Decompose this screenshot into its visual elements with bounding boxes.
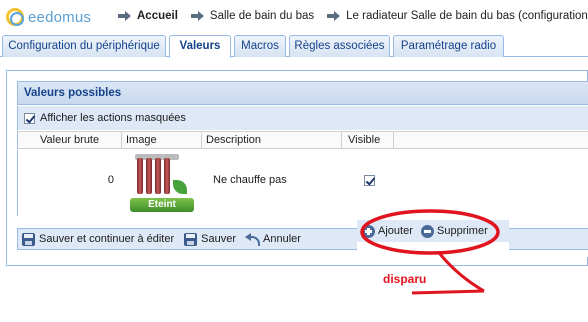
show-hidden-label: Afficher les actions masquées: [40, 112, 186, 124]
logo-icon: [6, 8, 24, 26]
add-label: Ajouter: [378, 225, 413, 237]
column-header-image[interactable]: Image: [122, 132, 202, 149]
column-header-description[interactable]: Description: [202, 132, 342, 149]
save-label: Sauver: [201, 233, 236, 245]
arrow-right-icon: [190, 11, 205, 21]
description-cell: Ne chauffe pas: [213, 174, 287, 186]
add-button[interactable]: Ajouter: [362, 220, 413, 242]
tab-radio-settings[interactable]: Paramétrage radio: [393, 35, 504, 57]
annotation-underline: [411, 289, 485, 295]
state-badge: Eteint: [130, 198, 194, 212]
arrow-right-icon: [327, 11, 341, 21]
undo-icon: [245, 232, 260, 246]
radiator-fin: [137, 158, 143, 194]
breadcrumb-home[interactable]: Accueil: [137, 10, 178, 22]
save-button[interactable]: Sauver: [184, 232, 236, 246]
radiator-fin: [155, 158, 161, 194]
floppy-disk-icon: [184, 232, 198, 246]
floppy-disk-icon: [22, 232, 35, 246]
row-actions-panel: Ajouter Supprimer: [357, 214, 509, 264]
breadcrumb-device[interactable]: Le radiateur Salle de bain du bas (confi…: [346, 10, 588, 22]
annotation-text: disparu: [383, 272, 427, 286]
table-row[interactable]: 0 Eteint Ne chauffe pas: [17, 150, 588, 216]
raw-value-cell: 0: [107, 174, 114, 186]
tab-bar: Configuration du périphérique Valeurs Ma…: [0, 34, 588, 58]
tab-values[interactable]: Valeurs: [169, 35, 231, 58]
tab-rules[interactable]: Règles associées: [289, 35, 390, 57]
eco-leaf-icon: [173, 180, 187, 194]
eedomus-logo[interactable]: eedomus: [6, 7, 91, 27]
add-circle-icon: [362, 224, 375, 238]
radiator-graphic: [135, 154, 187, 196]
cancel-button[interactable]: Annuler: [245, 232, 301, 246]
column-header-raw-value[interactable]: Valeur brute: [18, 132, 122, 149]
radiator-icon[interactable]: Eteint: [130, 150, 194, 216]
app-header: eedomus Accueil Salle de bain du bas Le …: [0, 0, 588, 34]
panel-title: Valeurs possibles: [17, 81, 588, 105]
breadcrumb-room[interactable]: Salle de bain du bas: [210, 10, 314, 22]
show-hidden-row: Afficher les actions masquées: [17, 106, 588, 130]
remove-circle-icon: [421, 224, 434, 238]
tab-macros[interactable]: Macros: [234, 35, 286, 57]
visible-checkbox[interactable]: [364, 175, 375, 186]
logo-text: eedomus: [28, 8, 92, 26]
delete-label: Supprimer: [437, 225, 488, 237]
grid-header: Valeur brute Image Description Visible: [17, 131, 588, 149]
save-continue-button[interactable]: Sauver et continuer à éditer: [22, 232, 175, 246]
column-header-visible[interactable]: Visible: [342, 132, 394, 149]
cancel-label: Annuler: [263, 233, 301, 245]
tab-device-config[interactable]: Configuration du périphérique: [2, 35, 166, 57]
show-hidden-checkbox[interactable]: [24, 112, 35, 124]
delete-button[interactable]: Supprimer: [421, 220, 488, 242]
radiator-fin: [164, 158, 170, 194]
visible-cell: [364, 175, 380, 186]
radiator-fin: [146, 158, 152, 194]
save-continue-label: Sauver et continuer à éditer: [39, 233, 175, 245]
arrow-right-icon: [118, 11, 132, 21]
breadcrumb: Accueil Salle de bain du bas Le radiateu…: [118, 10, 588, 22]
